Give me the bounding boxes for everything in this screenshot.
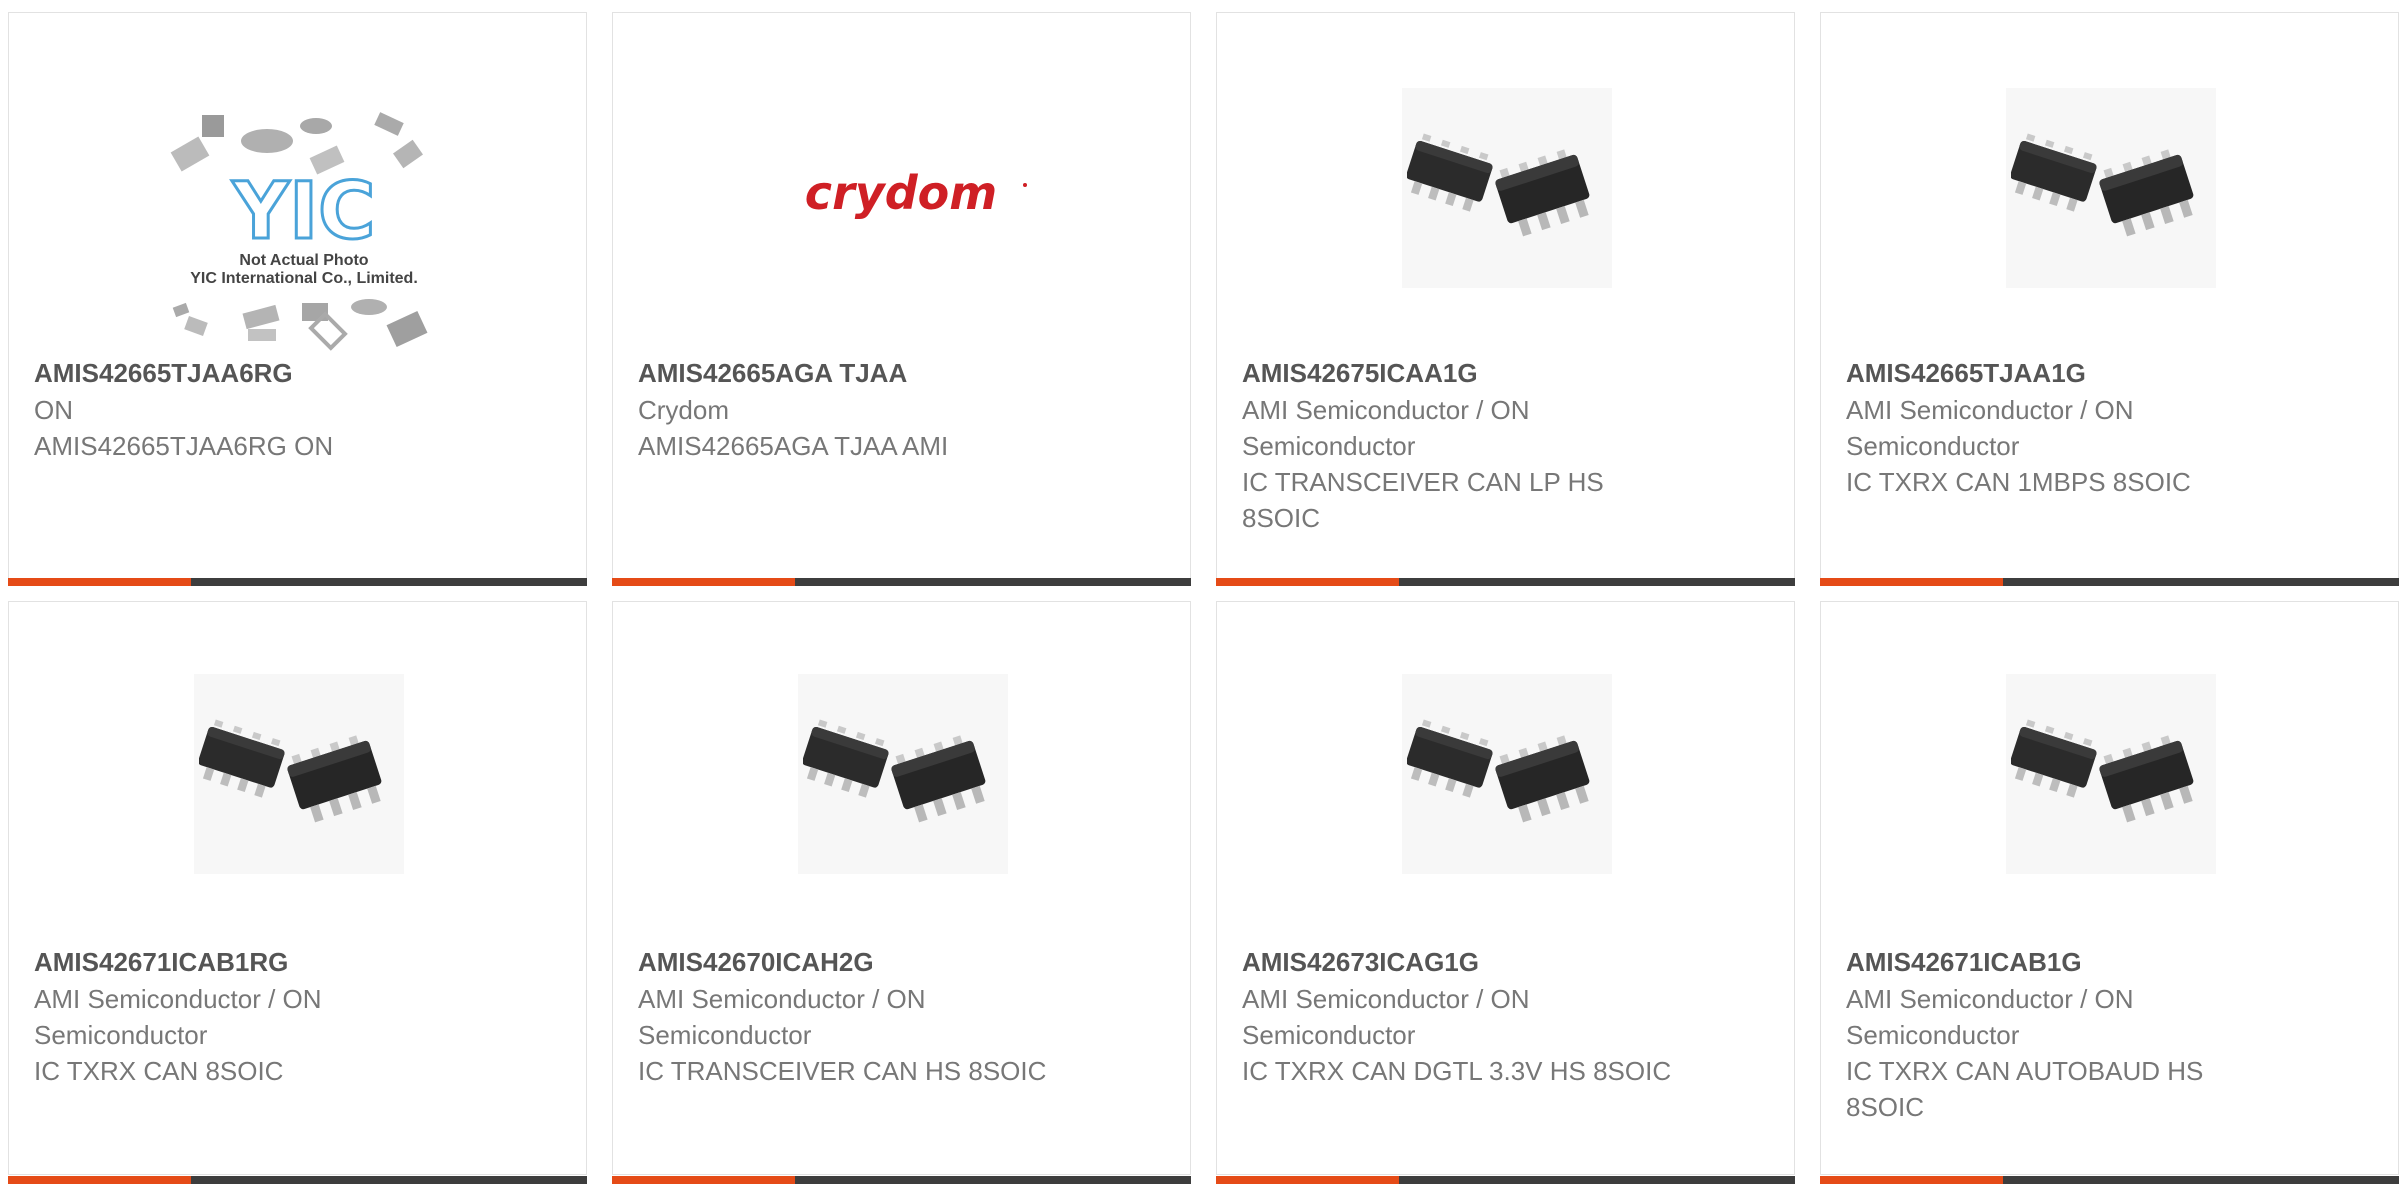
card-bar-accent xyxy=(1216,1176,1399,1184)
product-info: AMIS42665TJAA6RG ON AMIS42665TJAA6RG ON xyxy=(34,355,464,464)
product-info: AMIS42665AGA TJAA Crydom AMIS42665AGA TJ… xyxy=(638,355,1068,464)
card-bottom-bar xyxy=(1216,1176,1795,1184)
soic-chip-icon xyxy=(199,718,388,826)
product-image[interactable] xyxy=(798,674,1008,874)
product-card[interactable]: AMIS42673ICAG1G AMI Semiconductor / ON S… xyxy=(1216,601,1795,1184)
part-number-link[interactable]: AMIS42670ICAH2G xyxy=(638,944,1068,980)
product-image[interactable] xyxy=(1402,88,1612,288)
part-number-link[interactable]: AMIS42671ICAB1RG xyxy=(34,944,464,980)
image-caption-line2: YIC International Co., Limited. xyxy=(190,270,418,287)
product-grid: YIC Not Actual Photo YIC International C… xyxy=(0,0,2400,1184)
image-caption-line1: Not Actual Photo xyxy=(239,252,368,269)
card-bar-accent xyxy=(612,1176,795,1184)
manufacturer: AMI Semiconductor / ON Semiconductor xyxy=(1242,395,1530,461)
product-card[interactable]: YIC Not Actual Photo YIC International C… xyxy=(8,12,587,586)
soic-chip-icon xyxy=(1407,718,1596,826)
soic-chip-icon xyxy=(2011,132,2200,240)
product-image[interactable] xyxy=(2006,674,2216,874)
yic-logo: YIC xyxy=(232,167,376,257)
product-card[interactable]: AMIS42665TJAA1G AMI Semiconductor / ON S… xyxy=(1820,12,2399,586)
product-image[interactable] xyxy=(194,674,404,874)
card-bottom-bar xyxy=(612,1176,1191,1184)
product-info: AMIS42671ICAB1G AMI Semiconductor / ON S… xyxy=(1846,944,2276,1125)
card-bar-accent xyxy=(612,578,795,586)
product-info: AMIS42671ICAB1RG AMI Semiconductor / ON … xyxy=(34,944,464,1089)
manufacturer: AMI Semiconductor / ON Semiconductor xyxy=(1846,984,2134,1050)
yic-placeholder-icon: YIC Not Actual Photo YIC International C… xyxy=(170,112,428,351)
card-bar-accent xyxy=(8,578,191,586)
part-number-link[interactable]: AMIS42665AGA TJAA xyxy=(638,355,1068,391)
product-info: AMIS42673ICAG1G AMI Semiconductor / ON S… xyxy=(1242,944,1672,1089)
part-number-link[interactable]: AMIS42673ICAG1G xyxy=(1242,944,1672,980)
description: IC TXRX CAN 8SOIC xyxy=(34,1056,284,1086)
description: AMIS42665TJAA6RG ON xyxy=(34,431,334,461)
product-card[interactable]: crydom AMIS42665AGA TJAA Crydom AMIS4266… xyxy=(612,12,1191,586)
product-info: AMIS42670ICAH2G AMI Semiconductor / ON S… xyxy=(638,944,1068,1089)
card-bottom-bar xyxy=(612,578,1191,586)
card-bar-accent xyxy=(1216,578,1399,586)
product-info: AMIS42675ICAA1G AMI Semiconductor / ON S… xyxy=(1242,355,1672,536)
product-image[interactable]: crydom xyxy=(753,133,1053,253)
description: AMIS42665AGA TJAA AMI xyxy=(638,431,949,461)
part-number-link[interactable]: AMIS42675ICAA1G xyxy=(1242,355,1672,391)
soic-chip-icon xyxy=(1407,132,1596,240)
card-bottom-bar xyxy=(8,1176,587,1184)
manufacturer: AMI Semiconductor / ON Semiconductor xyxy=(1242,984,1530,1050)
card-bar-accent xyxy=(8,1176,191,1184)
card-bar-accent xyxy=(1820,1176,2003,1184)
card-bottom-bar xyxy=(1216,578,1795,586)
manufacturer: AMI Semiconductor / ON Semiconductor xyxy=(638,984,926,1050)
manufacturer: Crydom xyxy=(638,395,730,425)
card-bottom-bar xyxy=(1820,1176,2399,1184)
description: IC TRANSCEIVER CAN HS 8SOIC xyxy=(638,1056,1047,1086)
product-card[interactable]: AMIS42671ICAB1G AMI Semiconductor / ON S… xyxy=(1820,601,2399,1184)
part-number-link[interactable]: AMIS42671ICAB1G xyxy=(1846,944,2276,980)
product-card[interactable]: AMIS42675ICAA1G AMI Semiconductor / ON S… xyxy=(1216,12,1795,586)
part-number-link[interactable]: AMIS42665TJAA1G xyxy=(1846,355,2276,391)
product-image[interactable] xyxy=(2006,88,2216,288)
product-card[interactable]: AMIS42671ICAB1RG AMI Semiconductor / ON … xyxy=(8,601,587,1184)
description: IC TXRX CAN DGTL 3.3V HS 8SOIC xyxy=(1242,1056,1672,1086)
card-bottom-bar xyxy=(8,578,587,586)
product-card[interactable]: AMIS42670ICAH2G AMI Semiconductor / ON S… xyxy=(612,601,1191,1184)
card-bar-accent xyxy=(1820,578,2003,586)
product-image[interactable] xyxy=(1402,674,1612,874)
description: IC TRANSCEIVER CAN LP HS 8SOIC xyxy=(1242,467,1604,533)
soic-chip-icon xyxy=(2011,718,2200,826)
manufacturer: AMI Semiconductor / ON Semiconductor xyxy=(34,984,322,1050)
soic-chip-icon xyxy=(803,718,992,826)
manufacturer: AMI Semiconductor / ON Semiconductor xyxy=(1846,395,2134,461)
crydom-logo-icon: crydom xyxy=(805,166,1027,220)
card-bottom-bar xyxy=(1820,578,2399,586)
part-number-link[interactable]: AMIS42665TJAA6RG xyxy=(34,355,464,391)
crydom-logo-text: crydom xyxy=(805,166,997,220)
product-info: AMIS42665TJAA1G AMI Semiconductor / ON S… xyxy=(1846,355,2276,500)
manufacturer: ON xyxy=(34,395,73,425)
product-image[interactable]: YIC Not Actual Photo YIC International C… xyxy=(164,93,444,363)
description: IC TXRX CAN AUTOBAUD HS 8SOIC xyxy=(1846,1056,2204,1122)
description: IC TXRX CAN 1MBPS 8SOIC xyxy=(1846,467,2191,497)
